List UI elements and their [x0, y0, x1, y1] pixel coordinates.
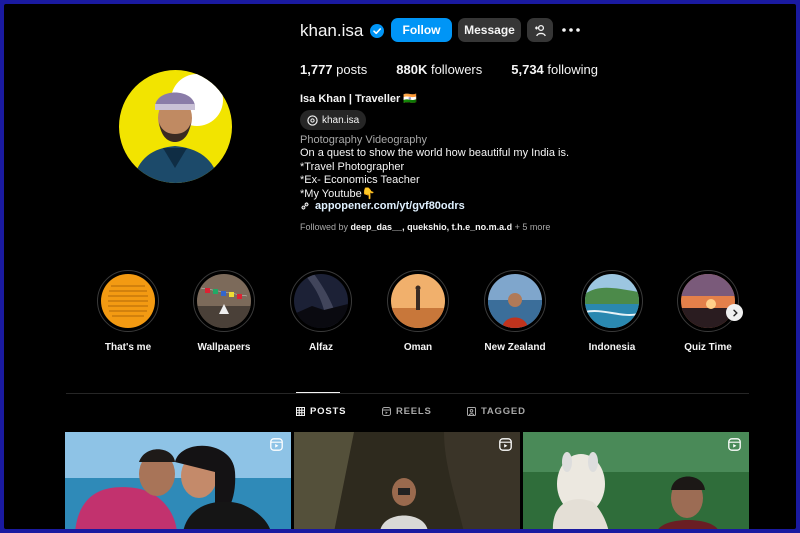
reels-icon [382, 407, 391, 416]
followed-by[interactable]: Followed by deep_das__, quekshio, t.h.e_… [300, 222, 550, 232]
username-row: khan.isa [300, 18, 385, 44]
bio-link[interactable]: appopener.com/yt/gvf80odrs [300, 200, 465, 212]
highlight-item[interactable]: New Zealand [482, 270, 548, 353]
coast-thumbnail [585, 274, 639, 328]
follow-button[interactable]: Follow [391, 18, 452, 42]
active-tab-indicator [296, 392, 340, 393]
more-icon [562, 28, 580, 32]
highlight-item[interactable]: That's me [95, 270, 161, 353]
tag-icon [467, 407, 476, 416]
highlight-label: Quiz Time [684, 342, 732, 353]
verified-badge-icon [370, 24, 385, 38]
post-tile[interactable] [523, 432, 749, 529]
tab-label: REELS [396, 406, 432, 417]
highlight-ring [484, 270, 546, 332]
profile-page: khan.isa Follow Message 1,777 posts 880K… [4, 4, 796, 529]
reel-indicator-icon [499, 438, 512, 451]
chevron-right-icon [732, 309, 738, 316]
couple-photo [65, 432, 291, 529]
highlight-label: Oman [403, 342, 433, 353]
suggested-users-button[interactable] [527, 18, 553, 42]
bio: Photography Videography On a quest to sh… [300, 134, 569, 201]
tab-label: POSTS [310, 406, 347, 417]
avatar-image [119, 70, 232, 183]
threads-icon [307, 114, 318, 126]
highlight-label: That's me [104, 342, 152, 353]
more-options-button[interactable] [561, 18, 581, 42]
highlight-ring [290, 270, 352, 332]
lake-portrait-thumbnail [488, 274, 542, 328]
text-story-thumbnail [101, 274, 155, 328]
flags-thumbnail [197, 274, 251, 328]
highlight-ring [677, 270, 739, 332]
stat-value: 5,734 [511, 62, 544, 77]
stat-followers[interactable]: 880K followers [396, 62, 482, 77]
tabs-divider [66, 393, 749, 394]
highlight-item[interactable]: Indonesia [579, 270, 645, 353]
stat-label: following [547, 62, 599, 77]
sunset-thumbnail [681, 274, 735, 328]
threads-handle: khan.isa [322, 114, 360, 126]
highlight-ring [193, 270, 255, 332]
highlight-label: New Zealand [484, 342, 546, 353]
bio-line: *Travel Photographer [300, 160, 405, 173]
highlight-label: Wallpapers [197, 342, 251, 353]
stat-value: 880K [396, 62, 428, 77]
stat-label: posts [336, 62, 368, 77]
followed-by-names: deep_das__, quekshio, t.h.e_no.m.a.d [350, 222, 513, 232]
threads-link[interactable]: khan.isa [300, 110, 367, 130]
forest-photographer-photo [294, 432, 520, 529]
tab-posts[interactable]: POSTS [296, 406, 346, 417]
highlight-item[interactable]: Oman [385, 270, 451, 353]
post-tile[interactable] [294, 432, 520, 529]
stat-posts: 1,777 posts [300, 62, 367, 77]
followed-by-prefix: Followed by [300, 222, 349, 232]
highlight-item[interactable]: Wallpapers [191, 270, 257, 353]
reel-indicator-icon [728, 438, 741, 451]
full-name: Isa Khan | Traveller 🇮🇳 [300, 93, 418, 105]
highlight-item[interactable]: Alfaz [288, 270, 354, 353]
followed-by-more: + 5 more [514, 222, 551, 232]
bio-line: *Ex- Economics Teacher [300, 174, 420, 187]
bio-line: On a quest to show the world how beautif… [300, 147, 570, 160]
stat-value: 1,777 [300, 62, 333, 77]
tab-tagged[interactable]: TAGGED [467, 406, 526, 417]
night-sky-thumbnail [294, 274, 348, 328]
link-icon [301, 202, 309, 210]
stat-label: followers [430, 62, 483, 77]
tab-reels[interactable]: REELS [382, 406, 432, 417]
add-person-icon [534, 24, 546, 36]
tab-label: TAGGED [481, 406, 526, 417]
highlight-ring [97, 270, 159, 332]
reel-indicator-icon [270, 438, 283, 451]
highlight-label: Indonesia [588, 342, 636, 353]
highlights-next-button[interactable] [726, 304, 743, 321]
post-tile[interactable] [65, 432, 291, 529]
bio-link-text: appopener.com/yt/gvf80odrs [315, 200, 465, 212]
username: khan.isa [300, 21, 364, 40]
stat-following[interactable]: 5,734 following [511, 62, 598, 77]
profile-avatar[interactable] [119, 70, 232, 183]
highlight-ring [387, 270, 449, 332]
alpaca-photo [523, 432, 749, 529]
category-label: Photography Videography [300, 134, 428, 146]
desert-thumbnail [391, 274, 445, 328]
highlight-label: Alfaz [309, 342, 333, 353]
grid-icon [296, 407, 305, 416]
message-button[interactable]: Message [458, 18, 521, 42]
profile-stats: 1,777 posts 880K followers 5,734 followi… [300, 62, 627, 77]
highlight-ring [581, 270, 643, 332]
